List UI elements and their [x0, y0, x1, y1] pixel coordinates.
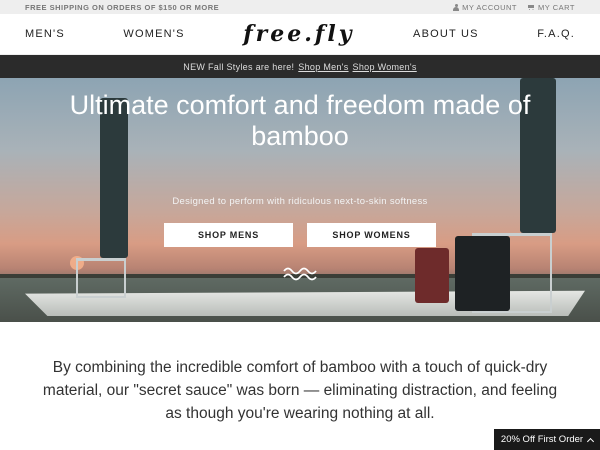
shop-womens-button[interactable]: SHOP WOMENS: [307, 223, 436, 247]
hero-subheadline: Designed to perform with ridiculous next…: [172, 196, 428, 207]
nav-about-us[interactable]: ABOUT US: [413, 28, 479, 40]
my-account-link[interactable]: MY ACCOUNT: [453, 3, 517, 12]
hero-buttons: SHOP MENS SHOP WOMENS: [0, 223, 600, 247]
nav-faq[interactable]: F.A.Q.: [537, 28, 575, 40]
wave-logo-icon: [283, 267, 317, 281]
outboard-motor: [455, 236, 510, 311]
announcement-bar: NEW Fall Styles are here! Shop Men's Sho…: [0, 55, 600, 78]
utility-bar: FREE SHIPPING ON ORDERS OF $150 OR MORE …: [0, 0, 600, 14]
brand-logo[interactable]: free.fly: [243, 21, 354, 47]
my-cart-label: MY CART: [538, 2, 575, 12]
first-order-discount-tab[interactable]: 20% Off First Order: [494, 429, 600, 450]
hero-banner: Ultimate comfort and freedom made of bam…: [0, 78, 600, 322]
hero-headline: Ultimate comfort and freedom made of bam…: [69, 90, 531, 151]
free-shipping-text: FREE SHIPPING ON ORDERS OF $150 OR MORE: [25, 2, 220, 12]
brand-description: By combining the incredible comfort of b…: [42, 359, 558, 422]
nav-womens[interactable]: WOMEN'S: [123, 28, 184, 40]
main-nav: MEN'S WOMEN'S free.fly ABOUT US F.A.Q.: [0, 14, 600, 55]
chevron-up-icon: [587, 437, 595, 445]
seated-figure: [415, 248, 449, 303]
account-links: MY ACCOUNT MY CART: [453, 3, 575, 12]
promo-label: 20% Off First Order: [500, 434, 584, 445]
announcement-text: NEW Fall Styles are here!: [183, 61, 295, 72]
my-cart-link[interactable]: MY CART: [527, 3, 575, 12]
my-account-label: MY ACCOUNT: [462, 2, 518, 12]
announcement-shop-womens-link[interactable]: Shop Women's: [353, 62, 417, 72]
shop-mens-button[interactable]: SHOP MENS: [164, 223, 293, 247]
user-icon: [453, 3, 460, 11]
announcement-shop-mens-link[interactable]: Shop Men's: [298, 62, 348, 72]
nav-mens[interactable]: MEN'S: [25, 28, 65, 40]
cart-icon: [527, 4, 535, 11]
casting-platform: [76, 258, 126, 298]
